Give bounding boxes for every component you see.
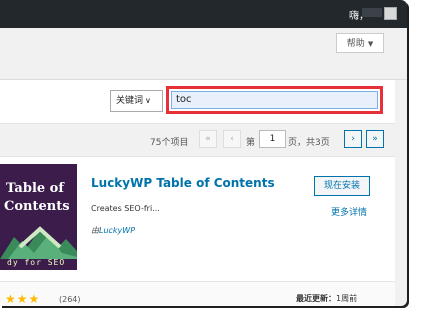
chevron-down-icon: ∨	[145, 96, 151, 105]
next-page-button[interactable]: ›	[344, 130, 362, 148]
avatar[interactable]	[384, 7, 397, 20]
search-type-value: 关键词	[116, 96, 144, 106]
thumb-text-line3: dy for SEO	[7, 258, 66, 267]
last-updated-value: 1周前	[336, 294, 358, 303]
plugin-author-line: 由LuckyWP	[91, 225, 135, 236]
chevron-mountain-icon	[0, 226, 77, 259]
help-button[interactable]: 帮助 ▼	[336, 33, 384, 53]
author-link[interactable]: LuckyWP	[99, 226, 135, 235]
browser-frame: 嗨， 帮助 ▼ 关键词 ∨ toc 75个项目 « ‹ 第 1 页，共3页 › » …	[0, 0, 407, 306]
rating-count: (264)	[59, 295, 81, 304]
last-updated-label: 最近更新：	[296, 294, 336, 303]
page-suffix: 页，共3页	[288, 138, 330, 148]
search-type-select[interactable]: 关键词 ∨	[110, 90, 163, 112]
prev-page-button: ‹	[223, 130, 241, 148]
author-prefix: 由	[91, 226, 99, 235]
thumb-text-line2: Contents	[4, 199, 70, 214]
search-input-highlight: toc	[166, 86, 383, 114]
plugin-thumbnail[interactable]: Table of Contents dy for SEO	[0, 164, 77, 270]
plugin-description: Creates SEO-fri...	[91, 204, 160, 213]
help-label: 帮助	[346, 39, 365, 49]
current-page-input[interactable]: 1	[259, 130, 286, 148]
page-prefix: 第	[246, 138, 256, 148]
plugin-title-link[interactable]: LuckyWP Table of Contents	[91, 176, 275, 190]
admin-bar: 嗨，	[0, 0, 407, 28]
last-updated: 最近更新：1周前	[296, 293, 357, 304]
thumb-text-line1: Table of	[6, 181, 64, 196]
search-input[interactable]: toc	[171, 91, 378, 109]
last-page-button[interactable]: »	[366, 130, 384, 148]
chevron-down-icon: ▼	[367, 40, 374, 48]
star-rating-icon: ★★★	[5, 292, 41, 306]
first-page-button: «	[199, 130, 217, 148]
user-name-redacted[interactable]	[362, 8, 382, 17]
item-count: 75个项目	[150, 138, 189, 148]
more-details-link[interactable]: 更多详情	[331, 205, 367, 218]
install-now-button[interactable]: 现在安装	[314, 176, 370, 196]
